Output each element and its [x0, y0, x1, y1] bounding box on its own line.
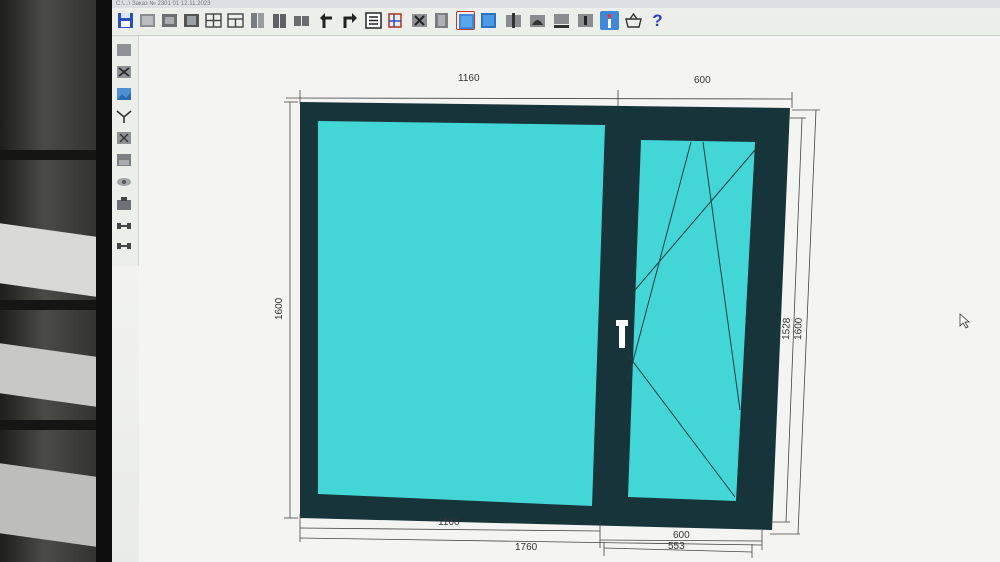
- dim-right-outer-height: 1600: [793, 317, 805, 340]
- dim-bottom-sash: 553: [668, 541, 685, 552]
- dim-top-left: 1160: [458, 73, 480, 84]
- dim-bottom-total: 1760: [515, 542, 538, 553]
- dim-bottom-right: 600: [673, 530, 690, 541]
- dim-bottom-left: 1160: [438, 517, 460, 528]
- window-drawing: 1160 600 1600 1528 1600 1160 600 1760 55…: [274, 73, 971, 558]
- dim-left-height: 1600: [274, 297, 285, 320]
- mouse-cursor-icon: [959, 313, 971, 329]
- dim-top-right: 600: [694, 75, 711, 86]
- right-sash-glass[interactable]: [628, 140, 755, 501]
- dim-right-inner-height: 1528: [781, 317, 793, 340]
- left-glass-pane[interactable]: [318, 121, 605, 506]
- left-dimension-line: [284, 101, 298, 519]
